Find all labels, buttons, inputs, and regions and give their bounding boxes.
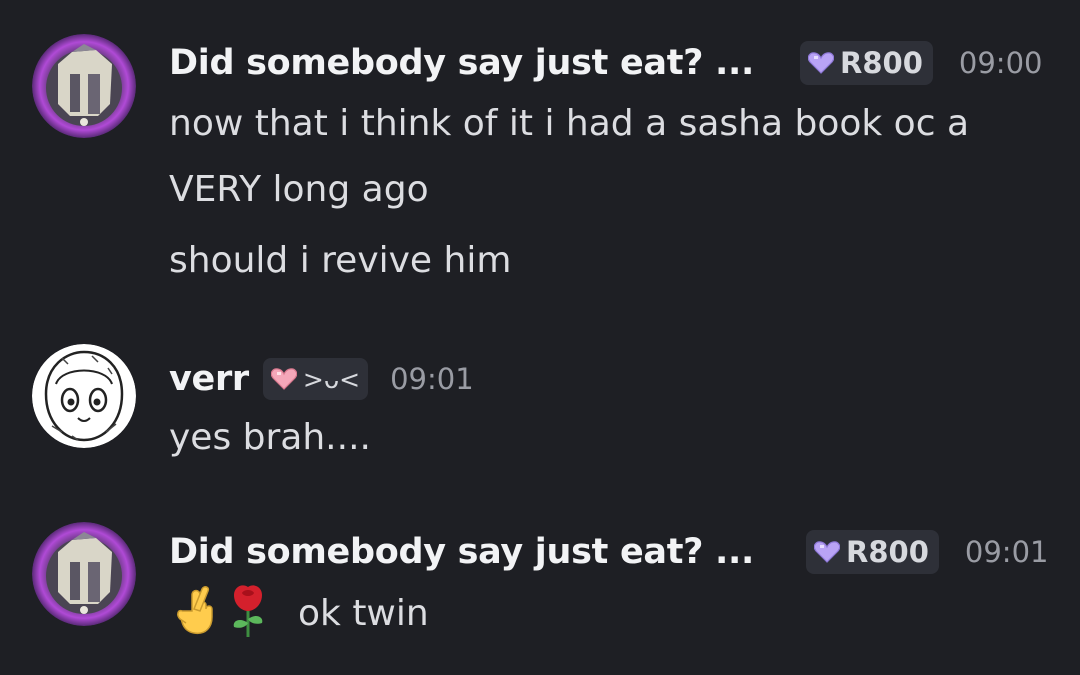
heart-icon [808, 52, 835, 74]
tag-label: >ᴗ< [302, 364, 361, 394]
message-line: should i revive him [169, 240, 512, 281]
sketch-character-avatar-icon [32, 344, 136, 448]
message-content: ok twin [172, 585, 429, 641]
message-line: yes brah.... [169, 417, 371, 458]
user-tag-badge[interactable]: R800 [800, 41, 933, 85]
username[interactable]: verr [169, 359, 249, 399]
message-line: VERY long ago [169, 169, 429, 210]
timestamp[interactable]: 09:01 [965, 535, 1049, 569]
message-text: ok twin [298, 592, 429, 634]
rose-emoji-icon [226, 583, 270, 643]
tag-label: R800 [846, 535, 929, 569]
message-line: now that i think of it i had a sasha boo… [169, 103, 969, 144]
user-tag-badge[interactable]: R800 [806, 530, 939, 574]
heart-icon [814, 541, 841, 563]
anime-character-avatar-icon [32, 34, 136, 138]
username[interactable]: Did somebody say just eat? ... [169, 43, 754, 83]
user-avatar[interactable] [32, 522, 136, 626]
tag-label: R800 [840, 46, 923, 80]
user-avatar[interactable] [32, 34, 136, 138]
user-tag-badge[interactable]: >ᴗ< [262, 358, 369, 400]
crossed-fingers-emoji-icon [172, 585, 218, 641]
username[interactable]: Did somebody say just eat? ... [169, 532, 754, 572]
timestamp[interactable]: 09:01 [390, 362, 474, 396]
user-avatar[interactable] [32, 344, 136, 448]
heart-icon [270, 368, 297, 390]
anime-character-avatar-icon [32, 522, 136, 626]
timestamp[interactable]: 09:00 [959, 46, 1043, 80]
chat-log: Did somebody say just eat? ... R800 09:0… [0, 0, 1080, 675]
